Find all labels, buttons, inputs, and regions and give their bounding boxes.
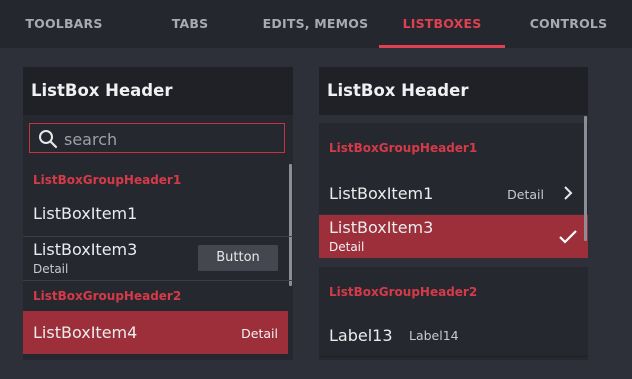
left-listbox: ListBox Header ListBoxGroupHeader1 ListB… — [23, 67, 293, 360]
list-item-title: ListBoxItem1 — [33, 204, 138, 223]
chevron-right-icon — [564, 186, 573, 200]
left-group-header-1: ListBoxGroupHeader1 — [33, 173, 182, 187]
left-listbox-item-3[interactable]: ListBoxItem3 Detail Button — [23, 237, 293, 281]
tab-toolbars[interactable]: TOOLBARS — [0, 0, 128, 48]
search-input[interactable] — [62, 127, 276, 151]
label-14: Label14 — [409, 328, 459, 343]
list-item-detail: Detail — [33, 262, 69, 276]
right-scrollbar-thumb[interactable] — [584, 116, 587, 241]
active-tab-indicator — [379, 45, 505, 48]
left-listbox-header: ListBox Header — [23, 67, 293, 115]
tab-bar: TOOLBARS TABS EDITS, MEMOS LISTBOXES CON… — [0, 0, 632, 48]
list-item-detail: Detail — [507, 187, 544, 202]
right-listbox-item-1[interactable]: ListBoxItem1 Detail — [319, 159, 588, 214]
checkmark-icon — [559, 230, 577, 244]
tab-controls[interactable]: CONTROLS — [505, 0, 632, 48]
list-item-detail: Detail — [329, 240, 365, 254]
left-listbox-item-4[interactable]: ListBoxItem4 Detail — [23, 311, 288, 354]
list-item-title: ListBoxItem3 — [329, 218, 434, 237]
tab-tabs[interactable]: TABS — [128, 0, 252, 48]
search-box[interactable] — [29, 123, 285, 153]
list-item-title: ListBoxItem4 — [33, 323, 138, 342]
label-13: Label13 — [329, 326, 393, 345]
right-listbox-header: ListBox Header — [319, 67, 588, 115]
list-item-detail: Detail — [241, 326, 278, 341]
left-listbox-item-1[interactable]: ListBoxItem1 — [23, 195, 293, 231]
item-button[interactable]: Button — [198, 245, 278, 271]
tab-edits-memos[interactable]: EDITS, MEMOS — [252, 0, 379, 48]
list-item-title: ListBoxItem1 — [329, 184, 434, 203]
left-group-header-2: ListBoxGroupHeader2 — [33, 289, 182, 303]
right-listbox-item-3[interactable]: ListBoxItem3 Detail — [319, 215, 588, 258]
search-icon — [39, 130, 58, 149]
right-listbox-item-labels[interactable]: Label13 Label14 — [319, 316, 588, 356]
right-group-header-2: ListBoxGroupHeader2 — [329, 285, 478, 299]
divider — [319, 356, 588, 357]
tab-listboxes[interactable]: LISTBOXES — [379, 0, 505, 48]
list-item-title: ListBoxItem3 — [33, 240, 138, 259]
right-listbox: ListBox Header ListBoxGroupHeader1 ListB… — [319, 67, 588, 360]
